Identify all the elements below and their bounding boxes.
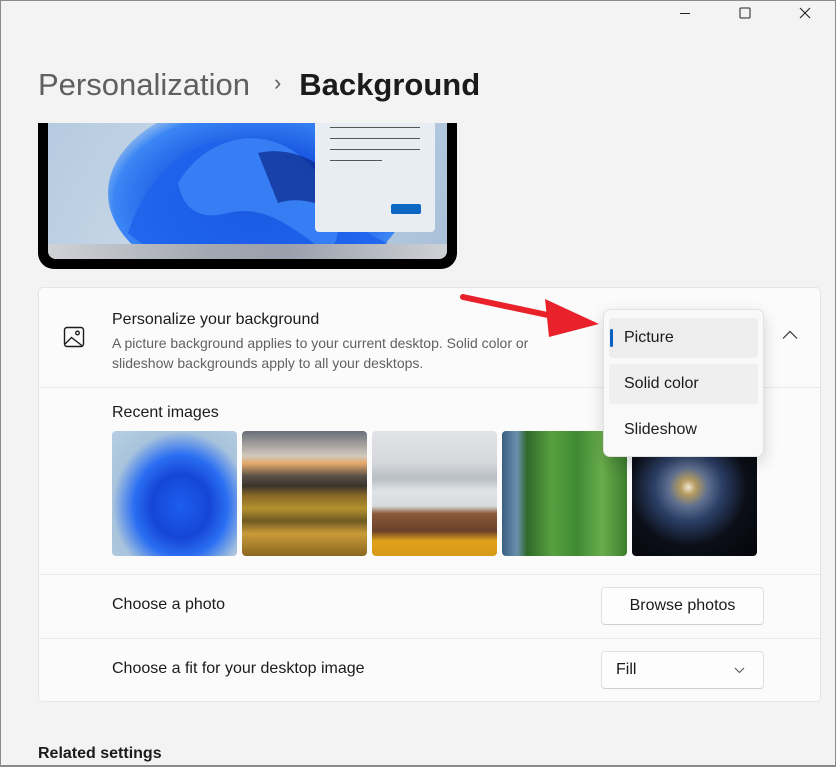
dropdown-option-solid-color[interactable]: Solid color	[609, 364, 758, 404]
desktop-preview	[38, 123, 457, 269]
option-label: Slideshow	[624, 421, 697, 438]
dropdown-option-picture[interactable]: Picture	[609, 318, 758, 358]
breadcrumb: Personalization › Background	[38, 65, 480, 105]
related-settings-heading: Related settings	[38, 745, 162, 762]
recent-image-woman-lake[interactable]	[372, 431, 497, 556]
personalize-title: Personalize your background	[112, 311, 320, 328]
choose-fit-label: Choose a fit for your desktop image	[112, 660, 365, 677]
fit-dropdown[interactable]: Fill	[601, 651, 764, 689]
preview-text-line	[330, 138, 420, 139]
option-label: Solid color	[624, 375, 699, 392]
recent-images-label: Recent images	[112, 404, 219, 421]
settings-window: Personalization › Background Personalize…	[0, 0, 836, 767]
chevron-right-icon: ›	[273, 70, 282, 95]
choose-photo-label: Choose a photo	[112, 596, 225, 613]
preview-text-line	[330, 160, 382, 161]
recent-image-mountain-landscape[interactable]	[242, 431, 367, 556]
page-title: Background	[299, 67, 481, 102]
background-type-dropdown-menu: Picture Solid color Slideshow	[603, 309, 764, 457]
choose-photo-row: Choose a photo Browse photos	[39, 574, 820, 638]
close-button[interactable]	[775, 1, 835, 25]
preview-accent-button	[391, 204, 421, 214]
choose-fit-row: Choose a fit for your desktop image Fill	[39, 638, 820, 702]
minimize-button[interactable]	[655, 1, 715, 25]
preview-screen	[48, 123, 447, 259]
caption-buttons	[655, 1, 835, 25]
maximize-button[interactable]	[715, 1, 775, 25]
red-arrow-annotation	[460, 294, 599, 337]
preview-text-line	[330, 149, 420, 150]
fit-dropdown-value: Fill	[616, 661, 637, 678]
chevron-down-icon	[734, 667, 745, 673]
dropdown-option-slideshow[interactable]: Slideshow	[609, 410, 758, 450]
maximize-icon	[739, 7, 751, 19]
preview-text-line	[330, 127, 420, 128]
breadcrumb-parent-link[interactable]: Personalization	[38, 65, 250, 105]
close-icon	[799, 7, 811, 19]
preview-taskbar	[48, 244, 447, 259]
selection-indicator	[610, 329, 613, 347]
option-label: Picture	[624, 329, 674, 346]
picture-icon	[63, 326, 85, 348]
minimize-icon	[680, 13, 690, 14]
chevron-up-icon[interactable]	[782, 330, 798, 340]
recent-image-windows-bloom[interactable]	[112, 431, 237, 556]
preview-window-mockup	[315, 123, 435, 232]
browse-photos-button[interactable]: Browse photos	[601, 587, 764, 625]
